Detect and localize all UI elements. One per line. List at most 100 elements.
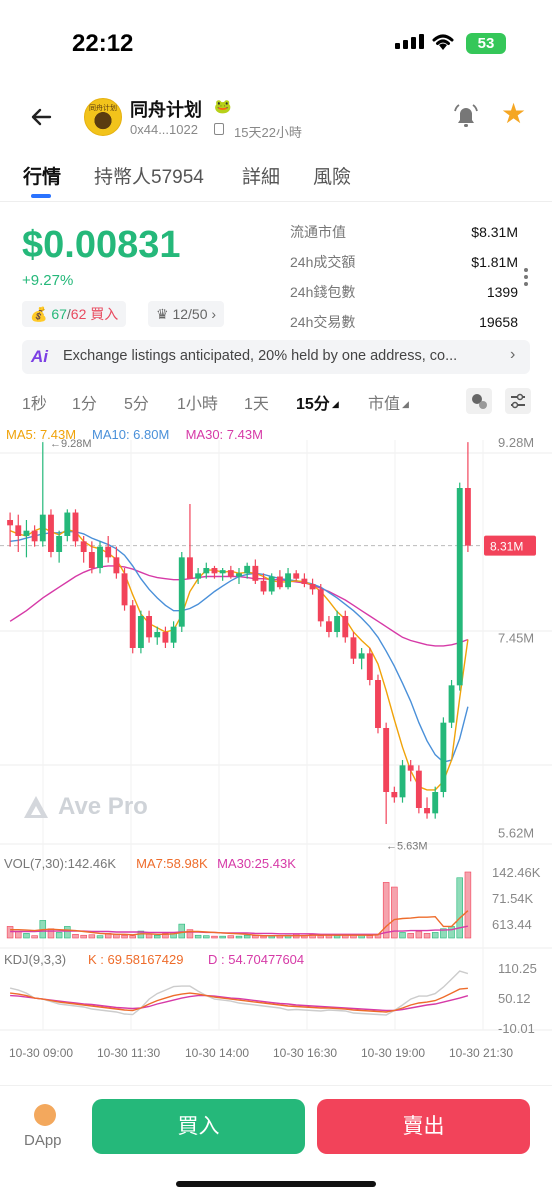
candle-body: [415, 770, 422, 808]
candle-body: [293, 573, 300, 579]
tab-market[interactable]: 行情: [23, 162, 61, 189]
volume-bar: [252, 935, 259, 939]
timeframe-1d[interactable]: 1天: [244, 390, 269, 414]
candle-body: [178, 557, 185, 627]
tab-risk[interactable]: 風險: [313, 162, 351, 189]
candle-body: [366, 653, 373, 680]
battery-icon: 53: [466, 33, 506, 54]
volume-bar: [268, 935, 275, 939]
buyers-chip[interactable]: 💰 67/62 買入: [22, 301, 127, 327]
rank-chevron-icon: ›: [211, 306, 217, 322]
candle-body: [358, 653, 365, 659]
token-avatar: 同舟计划: [84, 98, 122, 136]
ai-badge-icon: Ai: [31, 347, 48, 366]
volume-bar: [203, 935, 210, 939]
candle-body: [113, 557, 120, 574]
volume-bar: [235, 935, 243, 939]
volume-bar: [399, 932, 406, 939]
volume-bar: [129, 935, 136, 939]
kdj-tick-label: -10.01: [498, 1021, 535, 1036]
timeframe-5m[interactable]: 5分: [124, 390, 149, 414]
volume-bar: [317, 935, 324, 939]
timeframe-marketcap-label: 市值: [368, 396, 401, 413]
more-vertical-icon[interactable]: [524, 268, 530, 290]
volume-legend: MA30:25.43K: [217, 856, 296, 871]
volume-bar: [55, 932, 63, 939]
y-tick-label: 5.62M: [498, 826, 534, 841]
volume-bar: [23, 933, 30, 939]
price-chart[interactable]: MA5: 7.43M MA10: 6.80M MA30: 7.43M9.28M7.4…: [0, 420, 552, 1070]
stat-row: 24h成交額 $1.81M: [290, 252, 518, 282]
dapp-icon[interactable]: [34, 1104, 56, 1126]
volume-bar: [260, 935, 267, 939]
back-arrow-icon[interactable]: [26, 102, 56, 132]
candle-body: [129, 605, 136, 648]
current-price-label: 8.31M: [490, 540, 523, 554]
volume-bar: [464, 871, 472, 939]
moneybag-icon: 💰: [30, 306, 48, 322]
status-bar: 22:12 53: [0, 0, 552, 90]
stat-row: 24h交易數 19658: [290, 312, 518, 342]
chart-settings-icon[interactable]: [505, 388, 531, 414]
copy-icon[interactable]: [214, 123, 224, 135]
sell-button[interactable]: 賣出: [317, 1099, 530, 1154]
crown-icon: ♛: [156, 306, 169, 322]
volume-bar: [145, 933, 153, 939]
volume-tick-label: 71.54K: [492, 891, 534, 906]
favorite-star-icon[interactable]: ★: [501, 100, 526, 128]
candle-body: [276, 576, 283, 588]
stat-label: 流通市值: [290, 224, 346, 240]
x-tick-label: 10-30 14:00: [185, 1046, 249, 1060]
ai-insight-banner[interactable]: Ai Exchange listings anticipated, 20% he…: [22, 340, 530, 374]
timeframe-1h[interactable]: 1小時: [177, 390, 218, 414]
buy-button[interactable]: 買入: [92, 1099, 305, 1154]
buyers-count-green: 67: [51, 306, 67, 322]
candle-body: [219, 570, 226, 574]
tab-holders[interactable]: 持幣人57954: [94, 162, 204, 189]
volume-bar: [15, 931, 22, 939]
dapp-label[interactable]: DApp: [24, 1132, 62, 1149]
token-address[interactable]: 0x44...1022: [130, 122, 198, 137]
volume-bar: [80, 934, 87, 939]
tab-details[interactable]: 詳細: [242, 162, 280, 189]
home-indicator: [176, 1181, 376, 1187]
volume-bar: [88, 934, 96, 939]
candle-body: [244, 565, 251, 574]
y-tick-label: 7.45M: [498, 630, 534, 645]
timeframe-marketcap[interactable]: 市值 ◢: [368, 390, 409, 414]
ave-logo-icon: [24, 796, 48, 818]
volume-legend: VOL(7,30):142.46K: [4, 856, 116, 871]
rank-chip[interactable]: ♛ 12/50 ›: [148, 301, 225, 327]
volume-tick-label: 613.44: [492, 917, 532, 932]
kdj-tick-label: 50.12: [498, 991, 531, 1006]
candle-body: [252, 565, 259, 581]
timeframe-1s[interactable]: 1秒: [22, 390, 47, 414]
candle-body: [80, 541, 87, 552]
rank-value: 12/50: [172, 306, 208, 322]
candle-body: [236, 573, 242, 577]
candle-body: [162, 632, 169, 643]
candle-body: [56, 536, 63, 552]
bell-icon[interactable]: [452, 102, 480, 130]
volume-bar: [64, 926, 71, 939]
x-tick-label: 10-30 21:30: [449, 1046, 513, 1060]
timeframe-1m[interactable]: 1分: [72, 390, 97, 414]
volume-bar: [154, 934, 161, 939]
volume-bar: [431, 932, 439, 939]
candle-body: [309, 584, 316, 590]
stat-value: 1399: [486, 284, 518, 300]
wifi-icon: [432, 34, 454, 50]
dropdown-triangle-icon: ◢: [402, 399, 409, 410]
candle-body: [325, 621, 332, 632]
indicator-tool-icon[interactable]: [466, 388, 492, 414]
volume-bar: [423, 933, 431, 939]
timeframe-15m[interactable]: 15分 ◢: [296, 390, 339, 414]
candle-body: [31, 530, 38, 542]
stat-value: $1.81M: [471, 254, 518, 270]
stat-value: 19658: [479, 314, 518, 330]
candle-body: [227, 570, 234, 577]
ma5-line: [9, 526, 469, 791]
volume-bar: [219, 935, 226, 939]
dropdown-triangle-icon: ◢: [331, 399, 339, 410]
candle-body: [154, 632, 161, 638]
